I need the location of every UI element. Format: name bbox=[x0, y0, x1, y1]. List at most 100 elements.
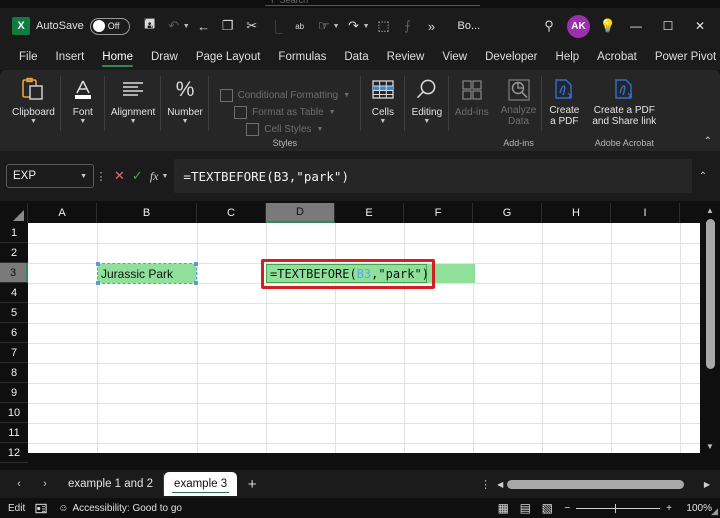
group-alignment[interactable]: Alignment ▼ bbox=[105, 70, 161, 151]
save-icon[interactable]: 🖪 bbox=[138, 14, 162, 38]
repeat-chevron-down-icon[interactable]: ▼ bbox=[363, 23, 370, 30]
scroll-up-arrow-icon[interactable]: ▲ bbox=[706, 203, 714, 217]
insert-function-icon[interactable]: fx bbox=[150, 169, 159, 184]
copy-icon[interactable]: ❐ bbox=[216, 14, 240, 38]
ref-handle-bl[interactable] bbox=[96, 281, 100, 285]
create-pdf-button[interactable]: Create a PDF bbox=[542, 70, 586, 151]
minimize-button[interactable]: — bbox=[620, 11, 652, 41]
name-box[interactable]: EXP ▼ bbox=[6, 164, 94, 188]
zoom-track[interactable] bbox=[576, 508, 660, 509]
tab-formulas[interactable]: Formulas bbox=[269, 48, 335, 66]
row-header-12[interactable]: 12 bbox=[0, 443, 28, 463]
more-commands-icon[interactable]: » bbox=[420, 14, 444, 38]
group-number[interactable]: % Number ▼ bbox=[161, 70, 209, 151]
filter-icon[interactable]: ⨍ bbox=[396, 14, 420, 38]
column-header-d[interactable]: D bbox=[266, 203, 335, 223]
column-header-e[interactable]: E bbox=[335, 203, 404, 223]
tab-data[interactable]: Data bbox=[335, 48, 377, 66]
column-header-a[interactable]: A bbox=[28, 203, 97, 223]
column-header-c[interactable]: C bbox=[197, 203, 266, 223]
record-macro-icon[interactable] bbox=[35, 502, 48, 515]
horizontal-scrollbar[interactable]: ◀ ▶ bbox=[497, 478, 710, 491]
ribbon-collapse-icon[interactable]: ⌃ bbox=[704, 136, 712, 147]
group-clipboard[interactable]: Clipboard ▼ bbox=[6, 70, 61, 151]
tab-help[interactable]: Help bbox=[547, 48, 589, 66]
column-header-b[interactable]: B bbox=[97, 203, 197, 223]
zoom-out-button[interactable]: − bbox=[564, 503, 570, 514]
cancel-formula-icon[interactable]: ✕ bbox=[114, 168, 125, 184]
row-header-10[interactable]: 10 bbox=[0, 403, 28, 423]
conditional-formatting-item[interactable]: Conditional Formatting ▼ bbox=[220, 89, 351, 102]
group-font[interactable]: Font ▼ bbox=[61, 70, 105, 151]
zoom-slider[interactable]: − + 100% bbox=[564, 503, 712, 514]
select-all-corner[interactable] bbox=[0, 203, 28, 223]
cells-chevron-down-icon[interactable]: ▼ bbox=[379, 118, 386, 126]
vertical-scroll-track[interactable] bbox=[700, 217, 720, 439]
autosave-toggle[interactable]: Off bbox=[90, 18, 130, 35]
resize-grip-icon[interactable]: ◢ bbox=[711, 506, 718, 517]
cut-icon[interactable]: ✂ bbox=[240, 14, 264, 38]
tab-view[interactable]: View bbox=[433, 48, 476, 66]
row-header-11[interactable]: 11 bbox=[0, 423, 28, 443]
spelling-icon[interactable]: ab bbox=[288, 14, 312, 38]
ref-handle-tl[interactable] bbox=[96, 262, 100, 266]
horizontal-scroll-track[interactable] bbox=[507, 480, 700, 489]
editing-chevron-down-icon[interactable]: ▼ bbox=[423, 118, 430, 126]
tab-home[interactable]: Home bbox=[93, 48, 142, 66]
format-as-table-item[interactable]: Format as Table ▼ bbox=[234, 106, 335, 119]
tab-insert[interactable]: Insert bbox=[47, 48, 94, 66]
tab-acrobat[interactable]: Acrobat bbox=[588, 48, 646, 66]
ref-handle-br[interactable] bbox=[194, 281, 198, 285]
enter-formula-icon[interactable]: ✓ bbox=[132, 168, 143, 184]
cell-area[interactable]: Jurassic Park =TEXTBEFORE(B3,"park") bbox=[28, 223, 700, 453]
avatar[interactable]: AK bbox=[567, 15, 590, 38]
chart-icon[interactable]: ⎿ bbox=[264, 14, 288, 38]
formula-bar-expand-icon[interactable]: ⌃ bbox=[692, 171, 714, 182]
scroll-left-arrow-icon[interactable]: ◀ bbox=[497, 480, 503, 489]
close-button[interactable]: ✕ bbox=[684, 11, 716, 41]
zoom-in-button[interactable]: + bbox=[666, 503, 672, 514]
clipboard-chevron-down-icon[interactable]: ▼ bbox=[30, 118, 37, 126]
add-sheet-button[interactable]: + bbox=[237, 476, 267, 493]
column-header-g[interactable]: G bbox=[473, 203, 542, 223]
scroll-down-arrow-icon[interactable]: ▼ bbox=[706, 439, 714, 453]
row-header-7[interactable]: 7 bbox=[0, 343, 28, 363]
formula-chevron-down-icon[interactable]: ▼ bbox=[161, 173, 168, 180]
row-header-3[interactable]: 3 bbox=[0, 263, 28, 283]
sheet-tab-example-1-and-2[interactable]: example 1 and 2 bbox=[58, 473, 164, 495]
tab-power-pivot[interactable]: Power Pivot bbox=[646, 48, 720, 66]
font-chevron-down-icon[interactable]: ▼ bbox=[79, 118, 86, 126]
number-chevron-down-icon[interactable]: ▼ bbox=[182, 118, 189, 126]
tab-draw[interactable]: Draw bbox=[142, 48, 187, 66]
sheet-options-icon[interactable]: ⋮ bbox=[480, 478, 491, 491]
row-header-1[interactable]: 1 bbox=[0, 223, 28, 243]
search-magnifier-icon[interactable]: ⚲ bbox=[537, 14, 561, 38]
insights-bulb-icon[interactable]: 💡 bbox=[596, 14, 620, 38]
group-editing[interactable]: Editing ▼ bbox=[405, 70, 449, 151]
horizontal-scroll-thumb[interactable] bbox=[507, 480, 684, 489]
page-break-view-icon[interactable]: ▧ bbox=[536, 501, 558, 515]
create-pdf-share-button[interactable]: Create a PDF and Share link Adobe Acroba… bbox=[586, 70, 662, 151]
column-header-i[interactable]: I bbox=[611, 203, 680, 223]
zoom-thumb[interactable] bbox=[615, 504, 617, 513]
new-file-icon[interactable]: ⬚ bbox=[372, 14, 396, 38]
scroll-right-arrow-icon[interactable]: ▶ bbox=[704, 480, 710, 489]
group-cells[interactable]: Cells ▼ bbox=[361, 70, 405, 151]
maximize-button[interactable]: ☐ bbox=[652, 11, 684, 41]
undo-chevron-down-icon[interactable]: ▼ bbox=[183, 23, 190, 30]
normal-view-icon[interactable]: ▦ bbox=[492, 501, 514, 515]
row-header-8[interactable]: 8 bbox=[0, 363, 28, 383]
column-header-f[interactable]: F bbox=[404, 203, 473, 223]
touch-chevron-down-icon[interactable]: ▼ bbox=[333, 23, 340, 30]
document-title[interactable]: Bo... bbox=[458, 20, 481, 32]
alignment-chevron-down-icon[interactable]: ▼ bbox=[130, 118, 137, 126]
tab-file[interactable]: File bbox=[10, 48, 47, 66]
row-header-2[interactable]: 2 bbox=[0, 243, 28, 263]
cell-b3[interactable]: Jurassic Park bbox=[98, 264, 196, 283]
row-header-6[interactable]: 6 bbox=[0, 323, 28, 343]
row-header-4[interactable]: 4 bbox=[0, 283, 28, 303]
tab-page-layout[interactable]: Page Layout bbox=[187, 48, 270, 66]
redo-back-icon[interactable]: ← bbox=[192, 14, 216, 38]
row-header-9[interactable]: 9 bbox=[0, 383, 28, 403]
next-sheet-button[interactable]: › bbox=[32, 478, 58, 490]
